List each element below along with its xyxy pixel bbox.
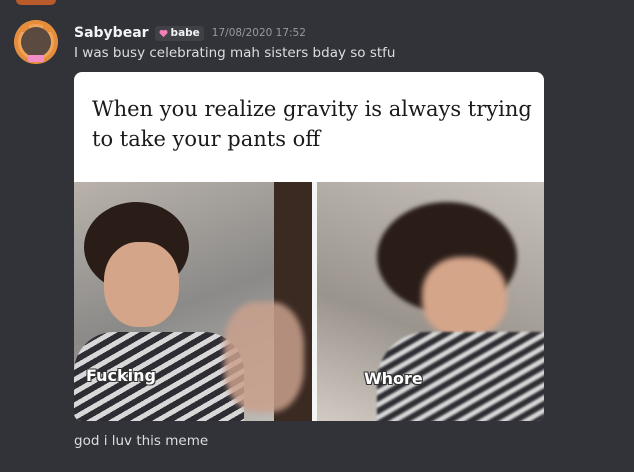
avatar-decoration <box>28 55 44 62</box>
role-tag-label: babe <box>170 27 200 39</box>
username[interactable]: Sabybear <box>74 25 149 41</box>
person-face-blurred <box>422 257 507 337</box>
avatar[interactable] <box>14 20 58 64</box>
meme-panel-right: Whore <box>317 182 544 421</box>
previous-message-edge <box>16 0 56 5</box>
meme-image-attachment[interactable]: When you realize gravity is always tryin… <box>74 72 544 421</box>
followup-message-text: god i luv this meme <box>74 433 209 449</box>
person-face <box>104 242 179 327</box>
panel-right-label: Whore <box>364 369 423 388</box>
heart-icon <box>158 29 168 37</box>
panel-left-label: Fucking <box>86 366 156 385</box>
message-header: Sabybear babe 17/08/2020 17:52 <box>74 23 306 43</box>
avatar-image <box>21 27 51 57</box>
meme-panel-left: Fucking <box>74 182 312 421</box>
timestamp[interactable]: 17/08/2020 17:52 <box>212 27 306 39</box>
blurred-hand <box>224 302 304 412</box>
role-tag[interactable]: babe <box>154 25 204 41</box>
meme-caption: When you realize gravity is always tryin… <box>92 97 532 151</box>
message-text: I was busy celebrating mah sisters bday … <box>74 45 396 61</box>
